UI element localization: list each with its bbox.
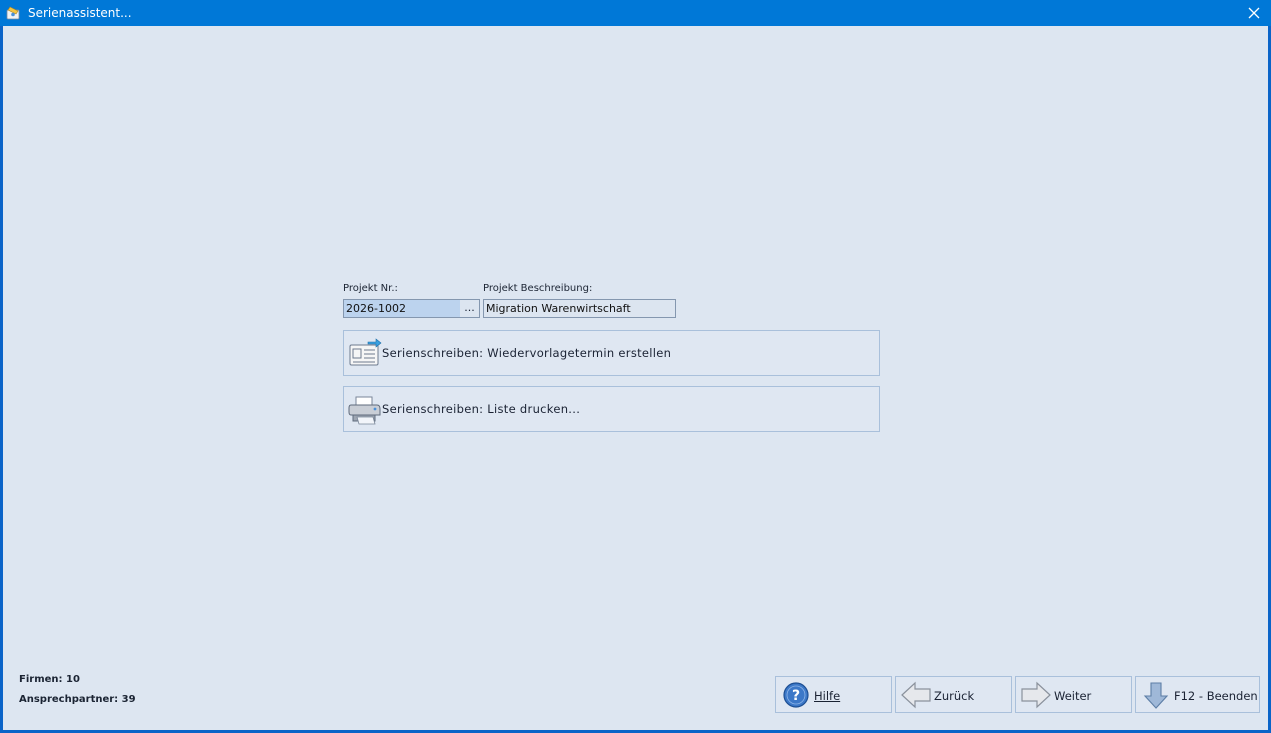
wiedervorlagetermin-erstellen-button[interactable]: Serienschreiben: Wiedervorlagetermin ers… [343, 330, 880, 376]
zurueck-label: Zurück [934, 689, 975, 703]
beenden-button[interactable]: F12 - Beenden [1135, 676, 1260, 713]
projekt-nr-field[interactable]: 2026-1002 [343, 299, 461, 318]
printer-icon [348, 393, 382, 425]
weiter-label: Weiter [1054, 689, 1092, 703]
hilfe-button[interactable]: ? Hilfe [775, 676, 892, 713]
arrow-right-icon [1020, 681, 1052, 709]
close-button[interactable] [1237, 0, 1271, 26]
close-icon [1248, 7, 1260, 19]
document-export-icon [348, 337, 382, 369]
wiedervorlagetermin-erstellen-label: Serienschreiben: Wiedervorlagetermin ers… [382, 346, 672, 360]
title-bar: Serienassistent... [0, 0, 1271, 26]
hilfe-label: Hilfe [814, 689, 841, 703]
projekt-beschreibung-label: Projekt Beschreibung: [483, 283, 593, 294]
window-title: Serienassistent... [28, 6, 132, 20]
arrow-down-icon [1140, 681, 1172, 709]
ansprechpartner-count: Ansprechpartner: 39 [19, 694, 136, 705]
help-icon: ? [780, 681, 812, 709]
zurueck-button[interactable]: Zurück [895, 676, 1012, 713]
liste-drucken-button[interactable]: Serienschreiben: Liste drucken... [343, 386, 880, 432]
arrow-left-icon [900, 681, 932, 709]
liste-drucken-label: Serienschreiben: Liste drucken... [382, 402, 581, 416]
contacts-app-icon [6, 5, 22, 21]
wizard-client-area: Projekt Nr.: 2026-1002 ... Projekt Besch… [3, 26, 1268, 730]
beenden-label: F12 - Beenden [1174, 689, 1258, 703]
svg-text:?: ? [792, 688, 800, 704]
projekt-beschreibung-field[interactable]: Migration Warenwirtschaft [483, 299, 676, 318]
projekt-lookup-button[interactable]: ... [460, 299, 480, 318]
weiter-button[interactable]: Weiter [1015, 676, 1132, 713]
projekt-nr-label: Projekt Nr.: [343, 283, 398, 294]
firmen-count: Firmen: 10 [19, 674, 80, 685]
